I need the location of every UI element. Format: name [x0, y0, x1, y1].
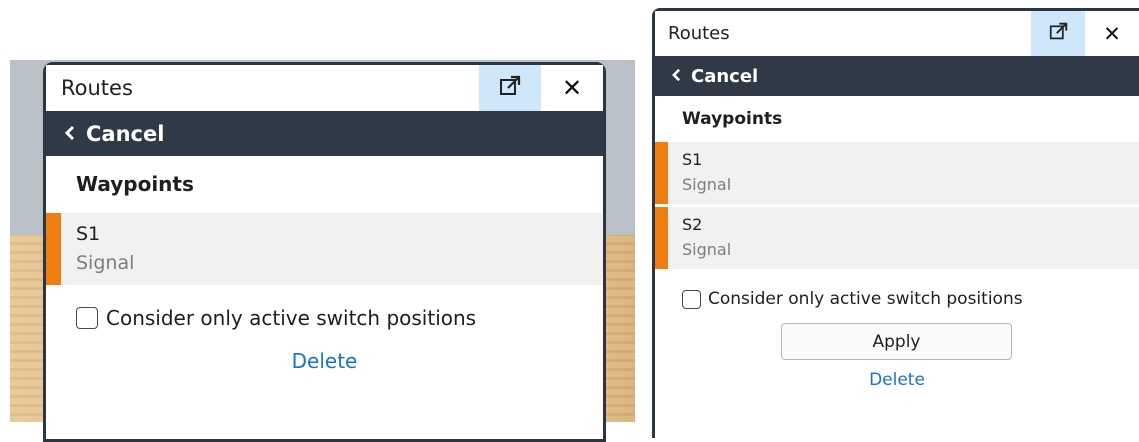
waypoint-list: S1 Signal	[46, 213, 603, 285]
waypoints-heading: Waypoints	[76, 172, 194, 196]
active-switch-option[interactable]: Consider only active switch positions	[655, 272, 1139, 312]
waypoint-marker	[655, 207, 668, 269]
waypoint-name: S1	[682, 150, 703, 169]
active-switch-option[interactable]: Consider only active switch positions	[46, 285, 603, 333]
waypoint-marker	[655, 142, 668, 204]
close-button[interactable]: ✕	[1085, 11, 1139, 56]
delete-link[interactable]: Delete	[655, 370, 1139, 390]
panel-titlebar: Routes ✕	[46, 65, 603, 111]
panel-title: Routes	[61, 76, 133, 100]
waypoint-type: Signal	[682, 175, 732, 194]
waypoint-name: S2	[682, 215, 703, 234]
close-icon: ✕	[1103, 21, 1121, 46]
apply-button[interactable]: Apply	[781, 323, 1012, 360]
close-icon: ✕	[561, 74, 583, 102]
checkbox-label: Consider only active switch positions	[708, 289, 1023, 309]
cancel-button[interactable]: Cancel	[46, 111, 603, 156]
checkbox-label: Consider only active switch positions	[106, 306, 477, 330]
waypoints-heading: Waypoints	[682, 109, 783, 129]
chevron-left-icon	[64, 122, 76, 146]
cancel-label: Cancel	[691, 65, 759, 87]
close-button[interactable]: ✕	[541, 65, 603, 111]
cancel-label: Cancel	[86, 121, 165, 146]
waypoint-item[interactable]: S2 Signal	[655, 207, 1139, 269]
waypoint-item[interactable]: S1 Signal	[46, 213, 603, 285]
panel-titlebar: Routes ✕	[655, 11, 1139, 56]
popout-button[interactable]	[479, 65, 541, 111]
active-switch-checkbox[interactable]	[76, 307, 98, 329]
routes-panel-left: Routes ✕ Cancel Waypoints S1 Signal Cons…	[43, 62, 606, 442]
routes-panel-right: Routes ✕ Cancel Waypoints S1 Signal S2 S…	[652, 8, 1139, 438]
waypoint-name: S1	[76, 223, 101, 245]
waypoint-type: Signal	[682, 240, 732, 259]
cancel-button[interactable]: Cancel	[655, 56, 1139, 96]
chevron-left-icon	[671, 66, 682, 87]
active-switch-checkbox[interactable]	[682, 289, 701, 309]
waypoint-list: S1 Signal S2 Signal	[655, 142, 1139, 269]
delete-link[interactable]: Delete	[46, 349, 603, 373]
popout-button[interactable]	[1031, 11, 1085, 56]
popout-icon	[1049, 22, 1068, 46]
popout-icon	[499, 75, 521, 102]
waypoint-item[interactable]: S1 Signal	[655, 142, 1139, 204]
waypoint-marker	[46, 213, 61, 285]
waypoint-type: Signal	[76, 252, 135, 274]
panel-title: Routes	[668, 23, 730, 44]
